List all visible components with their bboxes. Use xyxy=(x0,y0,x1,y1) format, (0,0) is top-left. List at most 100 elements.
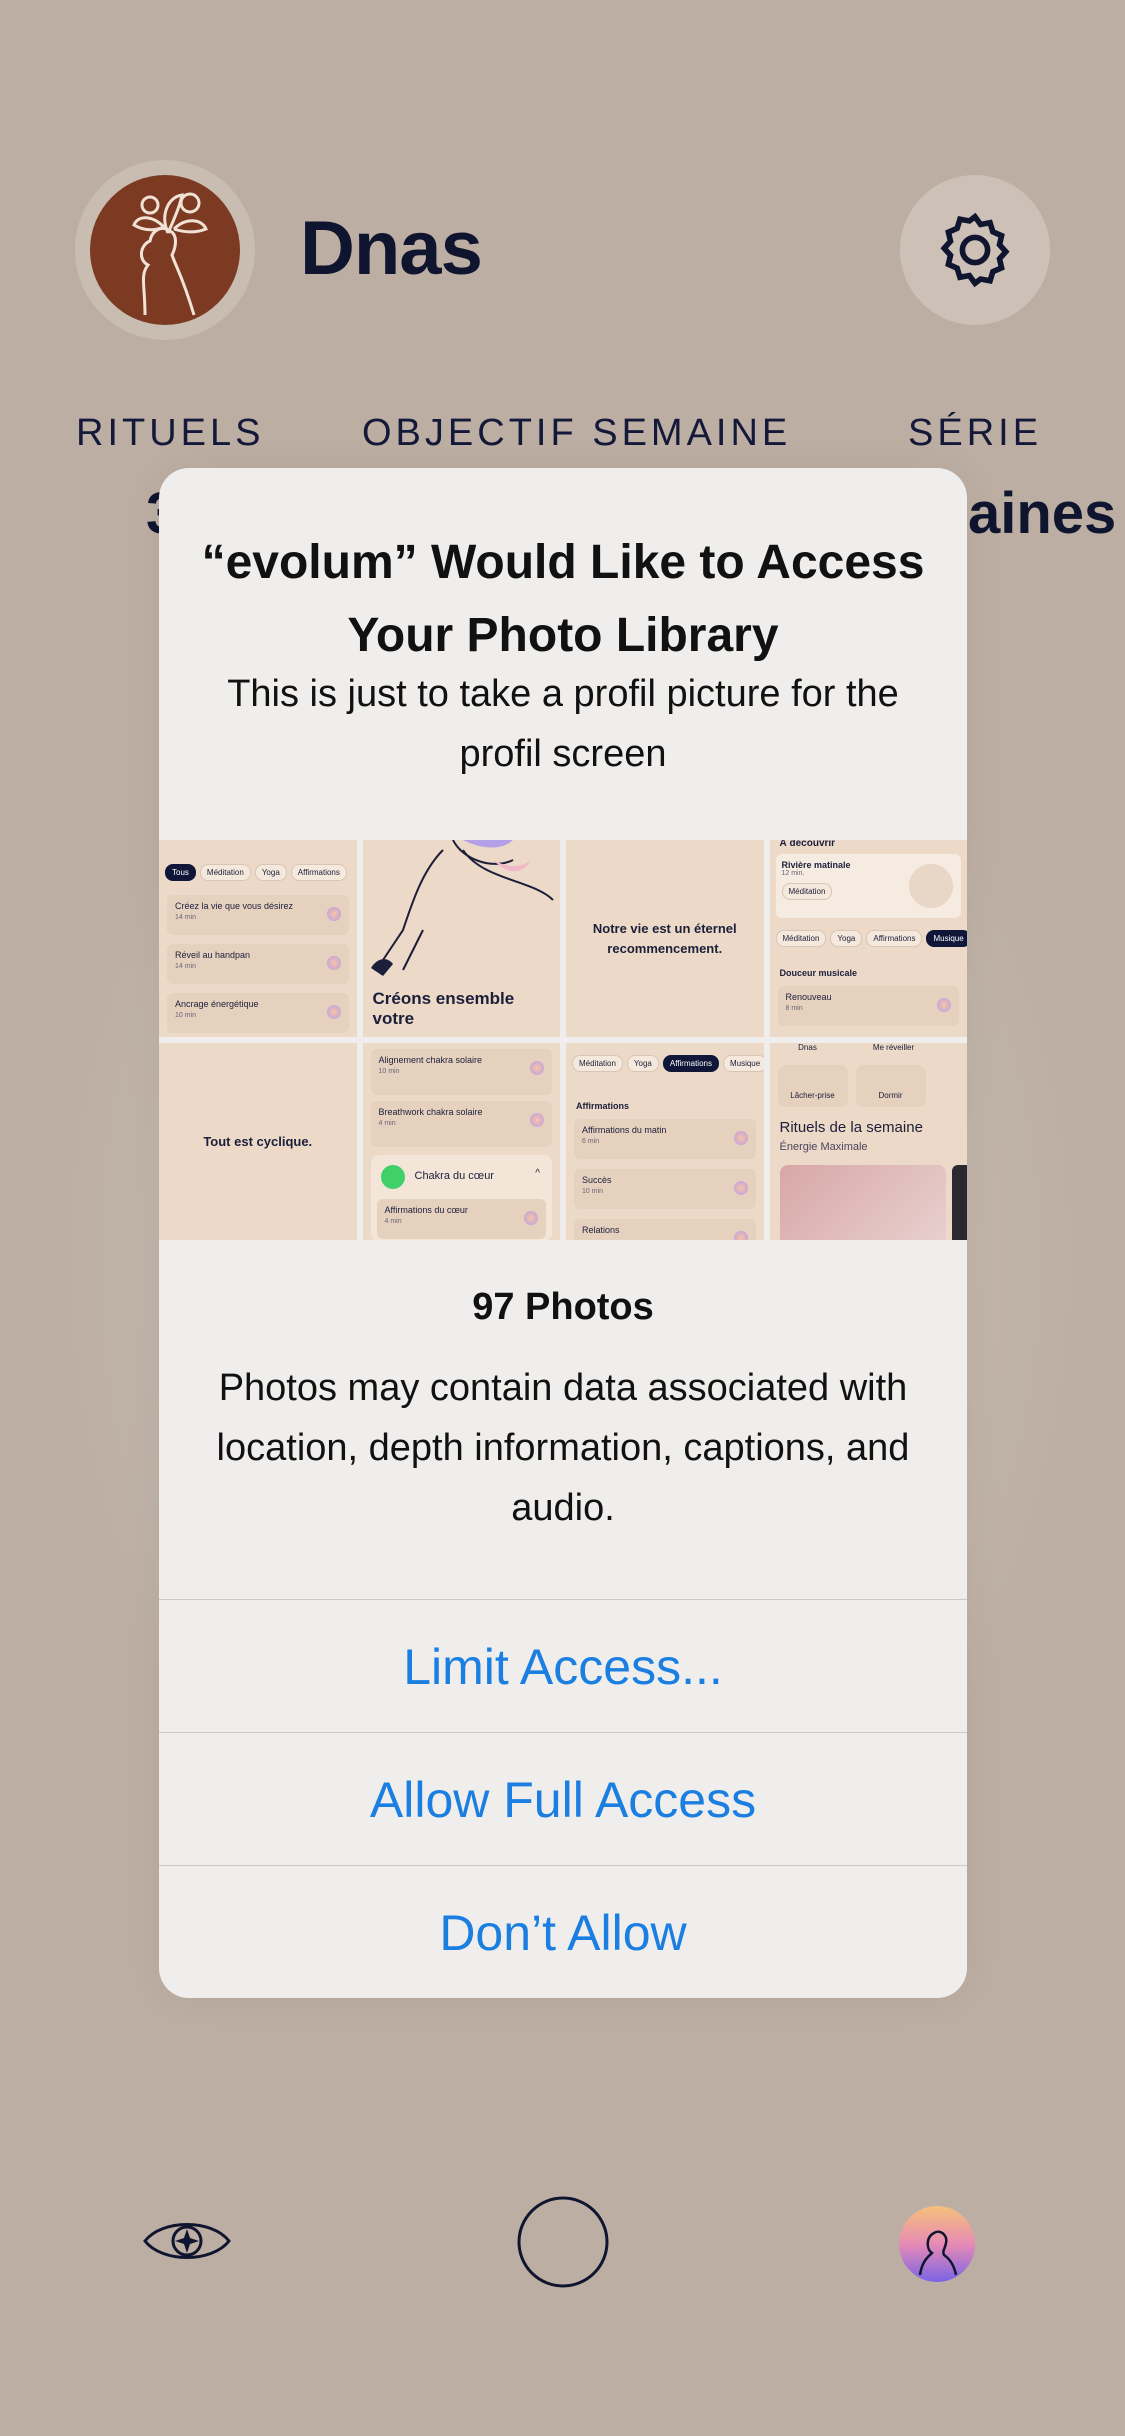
heart-icon xyxy=(909,864,953,908)
play-icon xyxy=(326,1005,341,1019)
thumbnail-caption: Créons ensemble votre xyxy=(372,989,515,1028)
item-title: Ancrage énergétique xyxy=(175,999,259,1009)
item-title: Succès xyxy=(582,1175,612,1185)
chakra-title: Chakra du cœur xyxy=(414,1170,494,1182)
item-duration: 4 min xyxy=(384,1218,402,1225)
item-duration: 14 min xyxy=(175,914,197,921)
filter-pill: Musique xyxy=(926,930,967,947)
photo-thumbnail: Dnas Me réveiller Lâcher-prise Dormir Ri… xyxy=(769,1043,967,1240)
play-icon xyxy=(326,956,341,970)
menu-item: Dnas xyxy=(798,1043,817,1052)
eye-icon[interactable] xyxy=(142,2215,232,2272)
item-title: Alignement chakra solaire xyxy=(378,1055,483,1065)
stat-label-rituels: RITUELS xyxy=(76,412,265,454)
action-tile: Lâcher-prise xyxy=(777,1065,848,1107)
photos-count: 97 Photos xyxy=(472,1286,654,1328)
illustration-icon xyxy=(370,840,554,976)
play-icon xyxy=(530,1113,544,1127)
list-item: Créez la vie que vous désirez 14 min xyxy=(167,895,349,935)
list-item: Breathwork chakra solaire 4 min xyxy=(370,1101,552,1147)
item-title: Breathwork chakra solaire xyxy=(378,1107,483,1117)
section-subtitle: Énergie Maximale xyxy=(779,1141,868,1153)
list-item: Affirmations du matin 6 min xyxy=(574,1119,756,1159)
ritual-image xyxy=(779,1165,946,1240)
filter-pill: Affirmations xyxy=(662,1055,719,1072)
item-title: Réveil au handpan xyxy=(175,950,251,960)
list-item: Ancrage énergétique 10 min xyxy=(167,993,349,1033)
play-icon xyxy=(524,1211,538,1225)
photo-permission-alert: “evolum” Would Like to Access Your Photo… xyxy=(159,468,967,1998)
list-item: Succès 10 min xyxy=(574,1169,756,1209)
home-circle-icon[interactable] xyxy=(516,2195,610,2294)
play-icon xyxy=(326,907,341,921)
list-item: Relations xyxy=(574,1219,756,1240)
tag-pill: Méditation xyxy=(781,883,833,900)
stat-label-objectif: OBJECTIF SEMAINE xyxy=(362,412,792,454)
profile-name: Dnas xyxy=(300,206,483,291)
play-icon xyxy=(530,1061,544,1075)
filter-pill: Yoga xyxy=(254,864,287,881)
allow-full-access-button[interactable]: Allow Full Access xyxy=(159,1732,967,1866)
photo-thumbnail: Méditation Yoga Affirmations Musique Aff… xyxy=(566,1043,764,1240)
photo-thumbnail: Créons ensemble votre xyxy=(362,840,560,1037)
filter-pill: Musique xyxy=(722,1055,764,1072)
stat-value-serie: aines xyxy=(968,481,1117,546)
item-title: Créez la vie que vous désirez xyxy=(175,901,294,911)
photo-thumbnail: Notre vie est un éternel recommencement. xyxy=(566,840,764,1037)
list-item: Renouveau 8 min xyxy=(777,986,959,1026)
filter-pill: Méditation xyxy=(572,1055,623,1072)
section-title: Douceur musicale xyxy=(779,968,858,978)
photo-thumbnail: À découvrir Rivière matinale 12 min. Méd… xyxy=(769,840,967,1037)
play-icon xyxy=(733,1231,748,1240)
stat-label-serie: SÉRIE xyxy=(908,412,1043,454)
avatar-illustration xyxy=(90,175,240,325)
chakra-card: Chakra du cœur ^ Affirmations du cœur 4 m… xyxy=(370,1155,552,1240)
gear-icon xyxy=(940,212,1010,288)
photo-thumbnail: Alignement chakra solaire 10 min Breathwo… xyxy=(362,1043,560,1240)
section-title: Affirmations xyxy=(576,1101,630,1111)
dont-allow-button[interactable]: Don’t Allow xyxy=(159,1865,967,1998)
alert-title: “evolum” Would Like to Access Your Photo… xyxy=(201,536,925,662)
action-tile: Dormir xyxy=(855,1065,926,1107)
filter-pill: Méditation xyxy=(199,864,251,881)
item-title: Relations xyxy=(582,1225,620,1235)
section-title: À découvrir xyxy=(779,840,836,849)
play-icon xyxy=(733,1131,748,1145)
item-title: Affirmations du cœur xyxy=(384,1205,468,1215)
play-icon xyxy=(733,1181,748,1195)
item-duration: 10 min xyxy=(378,1068,400,1075)
chakra-dot-icon xyxy=(380,1165,405,1189)
filter-pill: Tous xyxy=(165,864,196,881)
photo-preview-grid: Tous Méditation Yoga Affirmations Créez … xyxy=(159,840,967,1240)
item-duration: 6 min xyxy=(582,1138,600,1145)
item-duration: 14 min xyxy=(175,963,197,970)
filter-pill: Méditation xyxy=(775,930,827,947)
filter-pill: Yoga xyxy=(830,930,863,947)
photos-privacy-note: Photos may contain data associated with … xyxy=(216,1367,910,1529)
filter-pill: Affirmations xyxy=(866,930,923,947)
photo-thumbnail: Tout est cyclique. xyxy=(159,1043,357,1240)
settings-button[interactable] xyxy=(900,175,1050,325)
item-duration: 8 min xyxy=(785,1005,803,1012)
list-item: Réveil au handpan 14 min xyxy=(167,944,349,984)
menu-item: Me réveiller xyxy=(872,1043,915,1052)
item-duration: 10 min xyxy=(582,1188,604,1195)
play-icon xyxy=(937,998,951,1012)
quote-text: Tout est cyclique. xyxy=(203,1133,313,1149)
quote-text: Notre vie est un éternel recommencement. xyxy=(592,920,737,956)
item-duration: 10 min xyxy=(175,1012,197,1019)
profile-avatar-icon[interactable] xyxy=(898,2205,976,2288)
ritual-image xyxy=(951,1165,967,1240)
profile-avatar[interactable] xyxy=(75,160,255,340)
alert-message: This is just to take a profil picture fo… xyxy=(227,673,899,775)
chevron-up-icon: ^ xyxy=(535,1168,540,1179)
item-title: Affirmations du matin xyxy=(582,1125,667,1135)
item-duration: 4 min xyxy=(378,1120,396,1127)
limit-access-button[interactable]: Limit Access... xyxy=(159,1599,967,1733)
list-item: Alignement chakra solaire 10 min xyxy=(370,1049,552,1095)
section-title: Rituels de la semaine xyxy=(779,1119,923,1136)
filter-pill: Yoga xyxy=(626,1055,659,1072)
featured-card: Rivière matinale 12 min. Méditation xyxy=(775,854,961,918)
photo-thumbnail: Tous Méditation Yoga Affirmations Créez … xyxy=(159,840,357,1037)
filter-pill: Affirmations xyxy=(290,864,347,881)
